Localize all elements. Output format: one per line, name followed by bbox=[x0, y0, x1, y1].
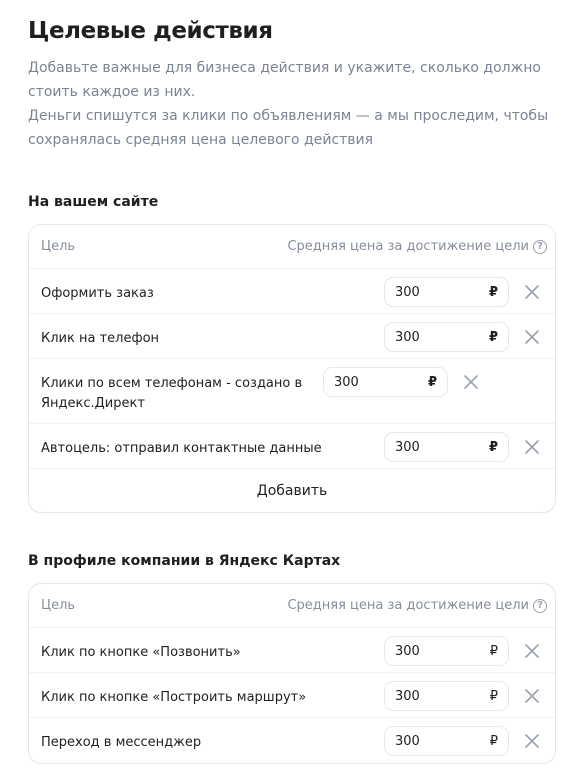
price-input[interactable] bbox=[395, 733, 465, 749]
ruble-icon: ₽ bbox=[489, 643, 498, 659]
description-line-1: Добавьте важные для бизнеса действия и у… bbox=[28, 60, 541, 100]
page-description: Добавьте важные для бизнеса действия и у… bbox=[28, 56, 556, 152]
goal-column-header: Цель bbox=[41, 598, 76, 613]
close-icon bbox=[464, 375, 478, 389]
goal-row: Клик на телефон ₽ bbox=[29, 314, 555, 359]
price-field[interactable]: ₽ bbox=[384, 726, 509, 756]
maps-goals-header: Цель Средняя цена за достижение цели ? bbox=[29, 584, 555, 628]
ruble-icon: ₽ bbox=[488, 329, 498, 345]
price-input[interactable] bbox=[395, 643, 465, 659]
remove-goal-button[interactable] bbox=[517, 277, 547, 307]
site-goals-header: Цель Средняя цена за достижение цели ? bbox=[29, 225, 555, 269]
goal-label: Оформить заказ bbox=[41, 286, 154, 301]
close-icon bbox=[525, 440, 539, 454]
goal-label: Переход в мессенджер bbox=[41, 735, 202, 750]
close-icon bbox=[525, 644, 539, 658]
close-icon bbox=[525, 285, 539, 299]
ruble-icon: ₽ bbox=[489, 733, 498, 749]
description-line-2: Деньги спишутся за клики по объявлениям … bbox=[28, 108, 549, 148]
price-input[interactable] bbox=[395, 284, 465, 300]
goal-row: Переход в мессенджер ₽ bbox=[29, 718, 555, 763]
remove-goal-button[interactable] bbox=[517, 322, 547, 352]
remove-goal-button[interactable] bbox=[517, 432, 547, 462]
price-input[interactable] bbox=[395, 688, 465, 704]
goal-row: Клики по всем телефонам - создано в Янде… bbox=[29, 359, 555, 424]
price-input[interactable] bbox=[395, 329, 465, 345]
ruble-icon: ₽ bbox=[427, 374, 437, 390]
remove-goal-button[interactable] bbox=[456, 367, 486, 397]
close-icon bbox=[525, 330, 539, 344]
goal-row: Автоцель: отправил контактные данные ₽ bbox=[29, 424, 555, 469]
help-circle-icon[interactable]: ? bbox=[533, 598, 547, 613]
remove-goal-button[interactable] bbox=[517, 726, 547, 756]
price-field[interactable]: ₽ bbox=[384, 636, 509, 666]
ruble-icon: ₽ bbox=[489, 688, 498, 704]
maps-goals-card: Цель Средняя цена за достижение цели ? К… bbox=[28, 583, 556, 764]
price-field[interactable]: ₽ bbox=[323, 367, 448, 397]
goal-label: Клик по кнопке «Построить маршрут» bbox=[41, 690, 307, 705]
goal-column-header: Цель bbox=[41, 239, 76, 254]
add-goal-button[interactable]: Добавить bbox=[29, 469, 555, 512]
price-field[interactable]: ₽ bbox=[384, 681, 509, 711]
goal-label: Клик по кнопке «Позвонить» bbox=[41, 645, 241, 660]
goal-row: Клик по кнопке «Позвонить» ₽ bbox=[29, 628, 555, 673]
price-input[interactable] bbox=[334, 374, 404, 390]
page: Целевые действия Добавьте важные для биз… bbox=[28, 14, 556, 764]
page-title: Целевые действия bbox=[28, 18, 273, 44]
maps-section-title: В профиле компании в Яндекс Картах bbox=[28, 553, 341, 569]
close-icon bbox=[525, 689, 539, 703]
goal-row: Оформить заказ ₽ bbox=[29, 269, 555, 314]
price-input[interactable] bbox=[395, 439, 465, 455]
price-column-header: Средняя цена за достижение цели bbox=[287, 598, 529, 613]
goal-row: Клик по кнопке «Построить маршрут» ₽ bbox=[29, 673, 555, 718]
goal-label: Автоцель: отправил контактные данные bbox=[41, 441, 322, 456]
help-circle-icon[interactable]: ? bbox=[533, 239, 547, 254]
ruble-icon: ₽ bbox=[488, 439, 498, 455]
site-section-title: На вашем сайте bbox=[28, 194, 159, 210]
remove-goal-button[interactable] bbox=[517, 636, 547, 666]
price-field[interactable]: ₽ bbox=[384, 322, 509, 352]
remove-goal-button[interactable] bbox=[517, 681, 547, 711]
goal-label: Клик на телефон bbox=[41, 331, 160, 346]
close-icon bbox=[525, 734, 539, 748]
price-field[interactable]: ₽ bbox=[384, 432, 509, 462]
price-field[interactable]: ₽ bbox=[384, 277, 509, 307]
goal-label: Клики по всем телефонам - создано в Янде… bbox=[41, 376, 303, 411]
site-goals-card: Цель Средняя цена за достижение цели ? О… bbox=[28, 224, 556, 513]
ruble-icon: ₽ bbox=[488, 284, 498, 300]
price-column-header: Средняя цена за достижение цели bbox=[287, 239, 529, 254]
